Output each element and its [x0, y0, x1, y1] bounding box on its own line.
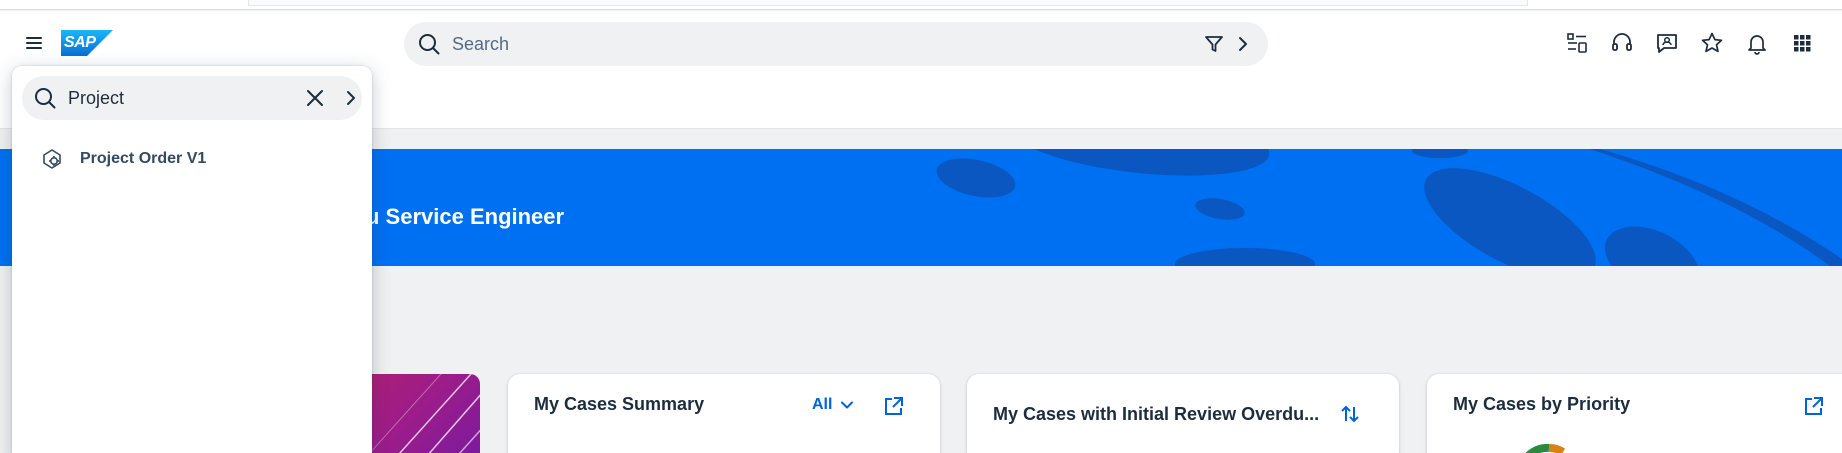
- search-icon: [419, 34, 440, 55]
- app-switcher-list-icon[interactable]: [1565, 31, 1589, 55]
- open-external-icon[interactable]: [884, 396, 904, 416]
- top-strip-tab: [248, 0, 1528, 6]
- logo-text: SAP: [64, 34, 96, 51]
- open-external-icon[interactable]: [1804, 396, 1824, 416]
- card-title: My Cases with Initial Review Overdu...: [993, 404, 1320, 424]
- filter-dropdown-label: All: [812, 396, 833, 413]
- filter-dropdown[interactable]: All: [812, 396, 854, 414]
- card-my-cases-summary[interactable]: My Cases Summary All: [508, 374, 940, 453]
- panel-search-input[interactable]: [68, 76, 288, 120]
- close-icon[interactable]: [305, 88, 325, 108]
- filter-icon[interactable]: [1204, 34, 1224, 54]
- headset-icon[interactable]: [1610, 31, 1634, 55]
- tile-gear-icon: [43, 149, 61, 169]
- search-result-label: Project Order V1: [80, 150, 207, 167]
- bell-icon[interactable]: [1745, 31, 1769, 55]
- menu-icon[interactable]: [22, 32, 46, 54]
- card-my-cases-by-priority[interactable]: My Cases by Priority: [1427, 374, 1842, 453]
- card-title: My Cases by Priority: [1453, 394, 1631, 414]
- chevron-right-icon[interactable]: [1234, 35, 1252, 53]
- sort-icon[interactable]: [1340, 404, 1360, 424]
- priority-donut-chart: [1525, 444, 1566, 453]
- search-suggestions-panel: Project Order V1: [12, 66, 372, 453]
- search-icon: [35, 88, 56, 109]
- banner-title: u Service Engineer: [366, 204, 565, 229]
- chevron-down-icon: [841, 401, 854, 409]
- card-initial-review-overdue[interactable]: My Cases with Initial Review Overdu...: [967, 374, 1399, 453]
- card-title: My Cases Summary: [534, 394, 705, 414]
- global-search-bar[interactable]: [404, 22, 1268, 66]
- star-icon[interactable]: [1700, 31, 1724, 55]
- global-search-input[interactable]: [452, 22, 1192, 66]
- browser-top-strip: [0, 0, 1842, 10]
- grid-icon[interactable]: [1790, 31, 1814, 55]
- chevron-right-icon[interactable]: [342, 89, 360, 107]
- chat-feedback-icon[interactable]: [1655, 31, 1679, 55]
- sap-logo[interactable]: SAP: [61, 30, 113, 56]
- panel-search-bar[interactable]: [22, 76, 362, 120]
- search-result-item[interactable]: Project Order V1: [40, 144, 360, 174]
